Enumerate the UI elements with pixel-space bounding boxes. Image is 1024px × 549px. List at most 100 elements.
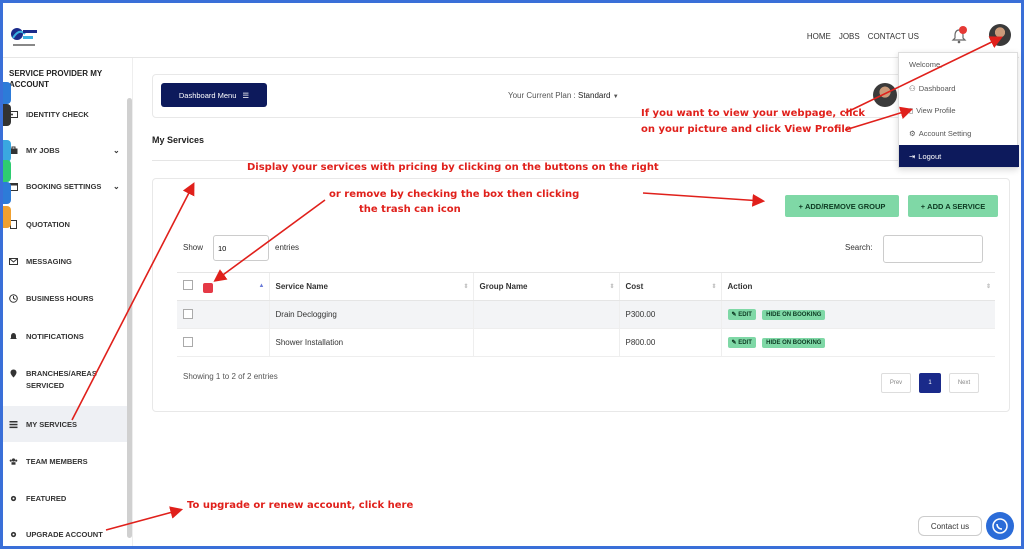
select-all-checkbox[interactable]: [183, 280, 193, 291]
dropdown-dashboard[interactable]: ⚇ Dashboard: [899, 77, 1019, 99]
page-title: My Services: [152, 135, 205, 145]
table-row: Drain Declogging P300.00 ✎ EDIT HIDE ON …: [177, 300, 995, 329]
sidebar-item-upgrade-account[interactable]: UPGRADE ACCOUNT: [3, 516, 127, 549]
bell-icon: [10, 332, 17, 339]
add-remove-group-label: ADD/REMOVE GROUP: [804, 201, 886, 211]
services-panel: + ADD/REMOVE GROUP + ADD A SERVICE Show …: [152, 178, 1010, 412]
sort-icon: ⇕: [711, 284, 717, 290]
column-cost[interactable]: Cost ⇕: [618, 272, 721, 301]
sidebar-item-my-jobs[interactable]: MY JOBS ⌄: [3, 132, 127, 168]
trash-icon[interactable]: [203, 282, 214, 293]
edit-button[interactable]: ✎ EDIT: [727, 337, 756, 348]
dashboard-menu-button[interactable]: Dashboard Menu ☰: [161, 83, 267, 107]
dropdown-logout-label: Logout: [918, 151, 942, 161]
current-plan[interactable]: Your Current Plan : Standard ▼: [508, 91, 619, 100]
document-icon: ▯: [909, 105, 914, 115]
chevron-down-icon[interactable]: ⌄: [113, 182, 120, 191]
side-tab-blue[interactable]: [3, 82, 11, 104]
plan-label: Your Current Plan :: [508, 91, 576, 100]
gear-icon: [10, 495, 17, 501]
nav-home[interactable]: HOME: [807, 32, 831, 41]
dropdown-dashboard-label: Dashboard: [918, 83, 956, 93]
sidebar-item-booking-settings[interactable]: BOOKING SETTINGS ⌄: [3, 168, 127, 204]
nav-contact-us[interactable]: CONTACT US: [868, 32, 919, 41]
sidebar-item-branches[interactable]: BRANCHES/AREAS SERVICED: [3, 356, 127, 400]
user-avatar[interactable]: [989, 24, 1011, 46]
hide-on-booking-button[interactable]: HIDE ON BOOKING: [762, 310, 826, 320]
add-service-button[interactable]: + ADD A SERVICE: [908, 195, 998, 217]
sidebar-item-team-members[interactable]: TEAM MEMBERS: [3, 443, 127, 479]
show-label: Show: [183, 243, 204, 252]
side-tab-dark[interactable]: [3, 104, 11, 126]
sidebar-item-identity-check[interactable]: IDENTITY CHECK: [3, 96, 127, 132]
sidebar-title: SERVICE PROVIDER MY ACCOUNT: [9, 69, 103, 89]
sidebar-item-label: FEATURED: [26, 493, 67, 503]
annotation-remove-line-2: the trash can icon: [359, 204, 461, 215]
annotation-display-services: Display your services with pricing by cl…: [247, 162, 659, 173]
column-action[interactable]: Action ⇕: [720, 272, 995, 301]
select-column-header[interactable]: ▲: [177, 272, 269, 301]
sidebar-item-business-hours[interactable]: BUSINESS HOURS: [3, 280, 127, 316]
dashboard-header-card: Dashboard Menu ☰ Your Current Plan : Sta…: [152, 74, 1010, 118]
sidebar-item-label: MESSAGING: [26, 256, 72, 266]
list-icon: [9, 420, 18, 428]
annotation-upgrade: To upgrade or renew account, click here: [187, 500, 414, 511]
sidebar-item-messaging[interactable]: MESSAGING: [3, 243, 127, 279]
search-input[interactable]: [883, 235, 983, 263]
sidebar-scrollbar[interactable]: [127, 98, 132, 538]
sidebar-item-notifications[interactable]: NOTIFICATIONS: [3, 318, 127, 354]
pencil-icon: ✎: [731, 340, 737, 346]
chevron-down-icon[interactable]: ⌄: [113, 146, 120, 155]
search-label: Search:: [845, 243, 873, 252]
column-group-name[interactable]: Group Name ⇕: [472, 272, 619, 301]
edit-label: EDIT: [738, 340, 752, 346]
sidebar-item-label: UPGRADE ACCOUNT: [26, 529, 103, 539]
sidebar: SERVICE PROVIDER MY ACCOUNT IDENTITY CHE…: [3, 58, 133, 546]
sidebar-item-label: BUSINESS HOURS: [26, 293, 94, 303]
plus-icon: +: [920, 201, 926, 211]
entries-per-page-input[interactable]: [213, 235, 269, 261]
add-remove-group-button[interactable]: + ADD/REMOVE GROUP: [785, 195, 899, 217]
nav-jobs[interactable]: JOBS: [839, 32, 860, 41]
brand-logo-icon[interactable]: [9, 24, 39, 50]
dropdown-account-setting[interactable]: ⚙ Account Setting: [899, 122, 1019, 144]
sidebar-item-quotation[interactable]: QUOTATION: [3, 206, 127, 242]
sidebar-item-label: NOTIFICATIONS: [26, 331, 84, 341]
edit-button[interactable]: ✎ EDIT: [727, 309, 756, 320]
table-row: Shower Installation P800.00 ✎ EDIT HIDE …: [177, 328, 995, 357]
sort-icon: ⇕: [985, 284, 991, 290]
sort-icon: ⇕: [463, 284, 469, 290]
action-cell: ✎ EDIT HIDE ON BOOKING: [720, 300, 995, 329]
sidebar-item-label: MY JOBS: [26, 145, 60, 155]
annotation-remove-line-1: or remove by checking the box then click…: [329, 189, 580, 200]
dropdown-view-profile-label: View Profile: [916, 105, 956, 115]
clock-icon: [9, 293, 18, 303]
next-page-button[interactable]: Next: [949, 373, 979, 393]
sidebar-item-featured[interactable]: FEATURED: [3, 480, 127, 516]
prev-page-button[interactable]: Prev: [881, 373, 911, 393]
row-checkbox[interactable]: [183, 308, 193, 319]
profile-picture[interactable]: [873, 83, 897, 107]
hide-on-booking-button[interactable]: HIDE ON BOOKING: [762, 338, 826, 348]
add-service-label: ADD A SERVICE: [927, 201, 986, 211]
plus-icon: +: [798, 201, 803, 211]
row-select-cell: [177, 300, 269, 329]
side-tab-lightblue[interactable]: [3, 140, 11, 162]
page-1-button[interactable]: 1: [919, 373, 941, 393]
sidebar-item-label: QUOTATION: [26, 219, 70, 229]
action-cell: ✎ EDIT HIDE ON BOOKING: [720, 328, 995, 357]
column-label: Cost: [625, 282, 644, 291]
sidebar-item-label: BRANCHES/AREAS SERVICED: [26, 369, 97, 390]
column-service-name[interactable]: Service Name ⇕: [268, 272, 473, 301]
side-tab-green[interactable]: [3, 160, 11, 182]
envelope-icon: [9, 257, 18, 265]
contact-us-button[interactable]: Contact us: [918, 516, 982, 536]
dropdown-logout[interactable]: ⇥ Logout: [899, 145, 1019, 167]
whatsapp-icon[interactable]: [986, 512, 1014, 540]
row-checkbox[interactable]: [183, 336, 193, 347]
side-tab-blue-2[interactable]: [3, 182, 11, 204]
sidebar-item-my-services[interactable]: MY SERVICES: [3, 406, 127, 442]
caret-down-icon: ▼: [612, 94, 619, 100]
dropdown-view-profile[interactable]: ▯ View Profile: [899, 99, 1019, 121]
side-tab-orange[interactable]: [3, 206, 11, 228]
